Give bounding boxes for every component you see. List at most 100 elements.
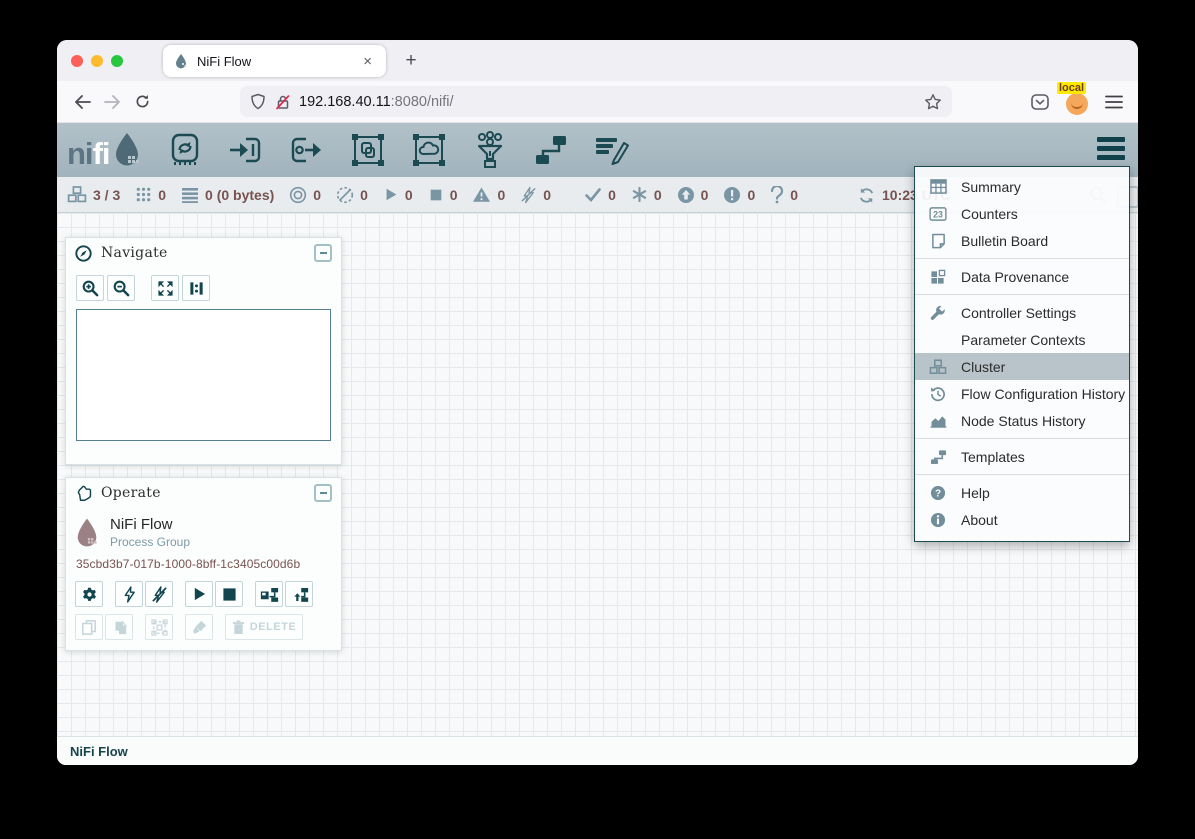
sync-failure-count: 0 [790, 187, 798, 203]
reload-button[interactable] [127, 87, 157, 117]
collapse-operate-button[interactable] [314, 484, 332, 502]
profile-avatar[interactable]: local [1064, 89, 1090, 115]
zoom-out-button[interactable] [107, 275, 135, 301]
new-tab-button[interactable]: + [398, 48, 424, 74]
status-not-transmitting: 0 [336, 186, 368, 204]
process-group-draggable[interactable] [349, 131, 387, 169]
collapse-navigate-button[interactable] [314, 244, 332, 262]
avatar [1066, 93, 1088, 115]
group-button[interactable] [145, 614, 173, 640]
menu-item-label: Cluster [961, 359, 1005, 375]
menu-item-help[interactable]: ? Help [915, 479, 1129, 506]
stop-button[interactable] [215, 581, 243, 607]
status-locally-modified-stale: 0 [723, 186, 755, 204]
menu-item-bulletin-board[interactable]: Bulletin Board [915, 227, 1129, 254]
operate-actions-row-1 [75, 581, 341, 607]
change-color-button[interactable] [185, 614, 213, 640]
back-button[interactable] [67, 87, 97, 117]
svg-text:23: 23 [933, 209, 943, 219]
zoom-fit-icon [157, 280, 174, 297]
status-queued: 0 (0 bytes) [181, 187, 274, 203]
zoom-actual-size-button[interactable] [182, 275, 210, 301]
stop-icon [222, 587, 237, 602]
menu-item-data-provenance[interactable]: Data Provenance [915, 263, 1129, 290]
not-transmitting-count: 0 [360, 187, 368, 203]
menu-item-cluster[interactable]: Cluster [915, 353, 1129, 380]
funnel-draggable[interactable] [471, 131, 509, 169]
menu-item-templates[interactable]: Templates [915, 443, 1129, 470]
browser-toolbar: 192.168.40.11:8080/nifi/ local [57, 81, 1138, 123]
menu-item-parameter-contexts[interactable]: Parameter Contexts [915, 326, 1129, 353]
browser-tab-bar: NiFi Flow × + [57, 40, 1138, 81]
minimize-window-button[interactable] [91, 55, 103, 67]
menu-item-summary[interactable]: Summary [915, 173, 1129, 200]
up-to-date-icon [584, 187, 602, 203]
label-icon [593, 131, 631, 169]
upload-template-button[interactable] [285, 581, 313, 607]
output-port-icon [288, 131, 326, 169]
output-port-draggable[interactable] [288, 131, 326, 169]
status-stale: 0 [677, 186, 709, 204]
breadcrumb-bar: NiFi Flow [57, 736, 1138, 765]
menu-item-label: Bulletin Board [961, 233, 1048, 249]
selection-id: 35cbd3b7-017b-1000-8bff-1c3405c00d6b [76, 557, 341, 571]
input-port-draggable[interactable] [227, 131, 265, 169]
copy-icon [81, 619, 97, 636]
birdseye-minimap[interactable] [76, 309, 331, 441]
screenshot-stage: NiFi Flow × + 192.168.40.11:8080/nifi/ [0, 0, 1195, 839]
input-port-icon [227, 131, 265, 169]
processor-draggable[interactable] [166, 131, 204, 169]
invalid-count: 0 [497, 187, 505, 203]
tab-close-icon[interactable]: × [359, 52, 376, 71]
forward-button[interactable] [97, 87, 127, 117]
help-icon: ? [930, 485, 946, 501]
menu-item-controller-settings[interactable]: Controller Settings [915, 299, 1129, 326]
zoom-fit-button[interactable] [151, 275, 179, 301]
save-template-button[interactable] [255, 581, 283, 607]
zoom-window-button[interactable] [111, 55, 123, 67]
zoom-in-button[interactable] [76, 275, 104, 301]
stale-icon [677, 186, 695, 204]
about-icon [930, 512, 946, 528]
running-count: 0 [405, 187, 413, 203]
copy-button[interactable] [75, 614, 103, 640]
url-path: :8080/nifi/ [391, 94, 454, 110]
paste-button[interactable] [105, 614, 133, 640]
configure-button[interactable] [75, 581, 103, 607]
stopped-icon [428, 187, 444, 203]
breadcrumb[interactable]: NiFi Flow [70, 744, 128, 759]
browser-menu-icon[interactable] [1104, 94, 1124, 110]
menu-item-flow-configuration-history[interactable]: Flow Configuration History [915, 380, 1129, 407]
cluster-icon [67, 186, 87, 203]
refresh-icon [858, 187, 875, 204]
counters-icon: 23 [929, 207, 947, 221]
nifi-global-menu-button[interactable] [1097, 137, 1125, 160]
pocket-icon[interactable] [1030, 93, 1050, 111]
gear-icon [81, 586, 98, 603]
close-window-button[interactable] [71, 55, 83, 67]
enable-button[interactable] [115, 581, 143, 607]
disable-button[interactable] [145, 581, 173, 607]
menu-item-about[interactable]: About [915, 506, 1129, 533]
browser-tab[interactable]: NiFi Flow × [163, 45, 386, 77]
label-draggable[interactable] [593, 131, 631, 169]
template-draggable[interactable] [532, 131, 570, 169]
insecure-lock-icon [275, 94, 291, 110]
delete-button[interactable]: DELETE [225, 614, 303, 640]
menu-item-node-status-history[interactable]: Node Status History [915, 407, 1129, 434]
url-bar[interactable]: 192.168.40.11:8080/nifi/ [240, 86, 952, 117]
disabled-icon [520, 186, 537, 204]
delete-label: DELETE [250, 621, 296, 633]
status-active-threads: 0 [135, 186, 166, 203]
status-running: 0 [383, 186, 413, 203]
actual-size-icon [188, 280, 205, 297]
navigate-tools [76, 275, 341, 301]
start-button[interactable] [185, 581, 213, 607]
remote-process-group-draggable[interactable] [410, 131, 448, 169]
menu-item-label: Templates [961, 449, 1025, 465]
browser-toolbar-right: local [1030, 86, 1124, 117]
menu-item-counters[interactable]: 23 Counters [915, 200, 1129, 227]
bookmark-star-icon[interactable] [924, 93, 942, 111]
group-selection-icon [151, 619, 168, 636]
menu-item-label: Parameter Contexts [961, 332, 1086, 348]
